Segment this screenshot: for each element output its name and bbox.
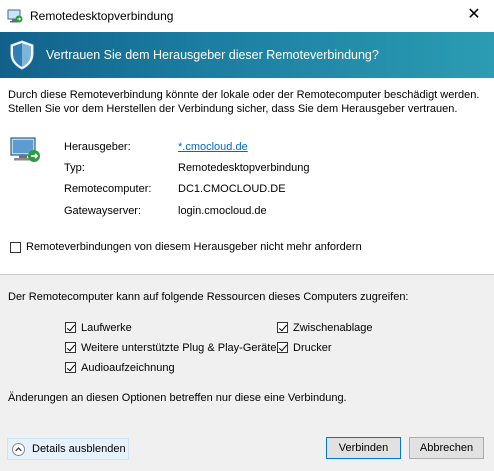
- plug-and-play-label[interactable]: Weitere unterstützte Plug & Play-Geräte: [81, 342, 276, 354]
- hide-details-label: Details ausblenden: [32, 443, 126, 455]
- audio-recording-checkbox[interactable]: [65, 362, 76, 373]
- remote-desktop-app-icon: [7, 8, 23, 24]
- gateway-server-value: login.cmocloud.de: [178, 205, 267, 217]
- hide-details-button[interactable]: Details ausblenden: [7, 438, 129, 460]
- banner-title: Vertrauen Sie dem Herausgeber dieser Rem…: [46, 48, 379, 62]
- warning-description: Durch diese Remoteverbindung könnte der …: [8, 89, 480, 115]
- gateway-server-label: Gatewayserver:: [64, 205, 142, 217]
- close-button[interactable]: ✕: [458, 4, 490, 28]
- printers-checkbox[interactable]: [277, 342, 288, 353]
- close-icon: ✕: [467, 6, 481, 23]
- drives-label[interactable]: Laufwerke: [81, 322, 132, 334]
- shield-icon: [9, 40, 35, 70]
- type-label: Typ:: [64, 162, 85, 174]
- remote-computer-value: DC1.CMOCLOUD.DE: [178, 183, 286, 195]
- publisher-link[interactable]: *.cmocloud.de: [178, 141, 248, 153]
- dont-ask-again-checkbox[interactable]: [10, 242, 21, 253]
- printers-label[interactable]: Drucker: [293, 342, 332, 354]
- clipboard-label[interactable]: Zwischenablage: [293, 322, 373, 334]
- resources-heading: Der Remotecomputer kann auf folgende Res…: [8, 291, 409, 303]
- audio-recording-label[interactable]: Audioaufzeichnung: [81, 362, 175, 374]
- remote-computer-label: Remotecomputer:: [64, 183, 152, 195]
- type-value: Remotedesktopverbindung: [178, 162, 310, 174]
- resources-note: Änderungen an diesen Optionen betreffen …: [8, 392, 347, 404]
- cancel-button[interactable]: Abbrechen: [409, 437, 484, 459]
- drives-checkbox[interactable]: [65, 322, 76, 333]
- dont-ask-again-label[interactable]: Remoteverbindungen von diesem Herausgebe…: [26, 241, 362, 253]
- plug-and-play-checkbox[interactable]: [65, 342, 76, 353]
- connect-button[interactable]: Verbinden: [326, 437, 401, 459]
- chevron-up-icon: [12, 443, 25, 456]
- clipboard-checkbox[interactable]: [277, 322, 288, 333]
- window-title: Remotedesktopverbindung: [30, 9, 174, 23]
- publisher-label: Herausgeber:: [64, 141, 131, 153]
- remote-computer-icon: [9, 136, 43, 166]
